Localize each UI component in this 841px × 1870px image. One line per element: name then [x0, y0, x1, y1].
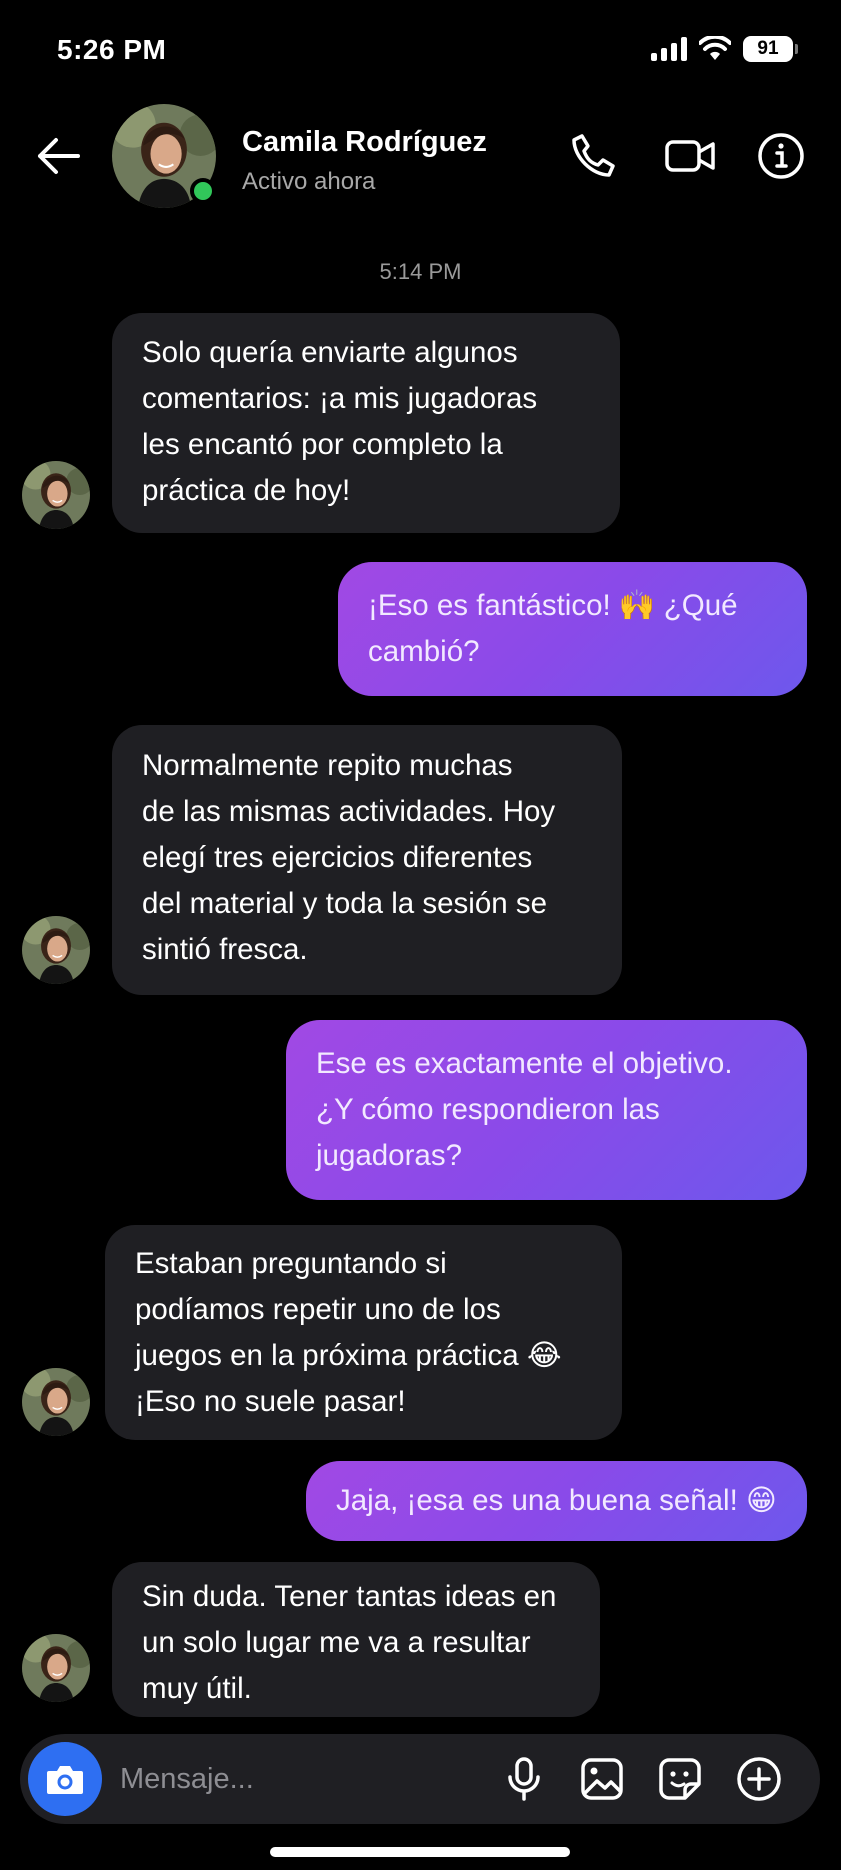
contact-status: Activo ahora [242, 168, 376, 195]
outgoing-message[interactable]: Jaja, ¡esa es una buena señal! 😁 [306, 1461, 807, 1541]
message-line: Estaban preguntando si [135, 1247, 447, 1280]
message-composer [20, 1734, 820, 1824]
message-line: elegí tres ejercicios diferentes [142, 841, 533, 874]
status-time: 5:26 PM [57, 34, 167, 65]
message-input[interactable] [120, 1749, 500, 1809]
sticker-icon [659, 1758, 701, 1800]
message-line: sintió fresca. [142, 933, 308, 966]
more-options-button[interactable] [733, 1753, 785, 1805]
battery-indicator: 91 [743, 36, 798, 62]
message-line: podíamos repetir uno de los [135, 1293, 501, 1326]
message-line: Ese es exactamente el objetivo. [316, 1047, 733, 1080]
message-line: Sin duda. Tener tantas ideas en [142, 1580, 557, 1613]
back-arrow-icon [38, 138, 80, 174]
chat-header: Camila Rodríguez Activo ahora [0, 100, 841, 220]
incoming-message[interactable]: Solo quería enviarte algunos comentarios… [112, 313, 620, 533]
message-line: muy útil. [142, 1672, 252, 1705]
message-line: ¡Eso es fantástico! 🙌 ¿Qué [368, 589, 738, 622]
video-camera-icon [665, 140, 715, 172]
home-indicator [270, 1847, 570, 1857]
message-line: juegos en la próxima práctica 😂 [135, 1339, 562, 1372]
incoming-message[interactable]: Normalmente repito muchas de las mismas … [112, 725, 622, 995]
message-line: ¡Eso no suele pasar! [135, 1385, 406, 1418]
message-avatar[interactable] [22, 1368, 90, 1436]
conversation-info-button[interactable] [753, 128, 809, 184]
camera-icon [47, 1766, 83, 1794]
message-line: Normalmente repito muchas [142, 749, 513, 782]
plus-icon [737, 1757, 781, 1801]
wifi-icon [699, 36, 731, 60]
message-line: del material y toda la sesión se [142, 887, 548, 920]
status-bar: 5:26 PM 91 [0, 0, 841, 100]
outgoing-message[interactable]: Ese es exactamente el objetivo. ¿Y cómo … [286, 1020, 807, 1200]
phone-icon [572, 134, 615, 177]
incoming-message[interactable]: Estaban preguntando si podíamos repetir … [105, 1225, 622, 1440]
camera-button[interactable] [28, 1742, 102, 1816]
message-line: les encantó por completo la [142, 428, 503, 461]
voice-message-button[interactable] [498, 1753, 550, 1805]
message-line: un solo lugar me va a resultar [142, 1626, 531, 1659]
message-line: Solo quería enviarte algunos [142, 336, 518, 369]
sticker-button[interactable] [654, 1753, 706, 1805]
contact-name[interactable]: Camila Rodríguez [242, 126, 487, 159]
cellular-signal-icon [651, 37, 687, 61]
chat-timestamp: 5:14 PM [379, 259, 462, 284]
info-icon [758, 133, 804, 179]
message-line: ¿Y cómo respondieron las [316, 1093, 660, 1126]
message-line: de las mismas actividades. Hoy [142, 795, 556, 828]
message-avatar[interactable] [22, 916, 90, 984]
message-line: cambió? [368, 635, 480, 668]
video-call-button[interactable] [662, 128, 718, 184]
gallery-button[interactable] [576, 1753, 628, 1805]
message-avatar[interactable] [22, 1634, 90, 1702]
message-line: Jaja, ¡esa es una buena señal! 😁 [336, 1484, 777, 1517]
incoming-message[interactable]: Sin duda. Tener tantas ideas en un solo … [112, 1562, 600, 1717]
message-avatar[interactable] [22, 461, 90, 529]
contact-avatar[interactable] [112, 104, 216, 208]
gallery-icon [581, 1758, 623, 1800]
status-indicators: 91 [651, 36, 798, 62]
back-button[interactable] [30, 128, 86, 184]
online-status-dot [190, 178, 216, 204]
message-line: práctica de hoy! [142, 474, 351, 507]
microphone-icon [508, 1757, 540, 1801]
outgoing-message[interactable]: ¡Eso es fantástico! 🙌 ¿Qué cambió? [338, 562, 807, 696]
message-line: comentarios: ¡a mis jugadoras [142, 382, 538, 415]
message-line: jugadoras? [316, 1139, 462, 1172]
voice-call-button[interactable] [564, 128, 620, 184]
